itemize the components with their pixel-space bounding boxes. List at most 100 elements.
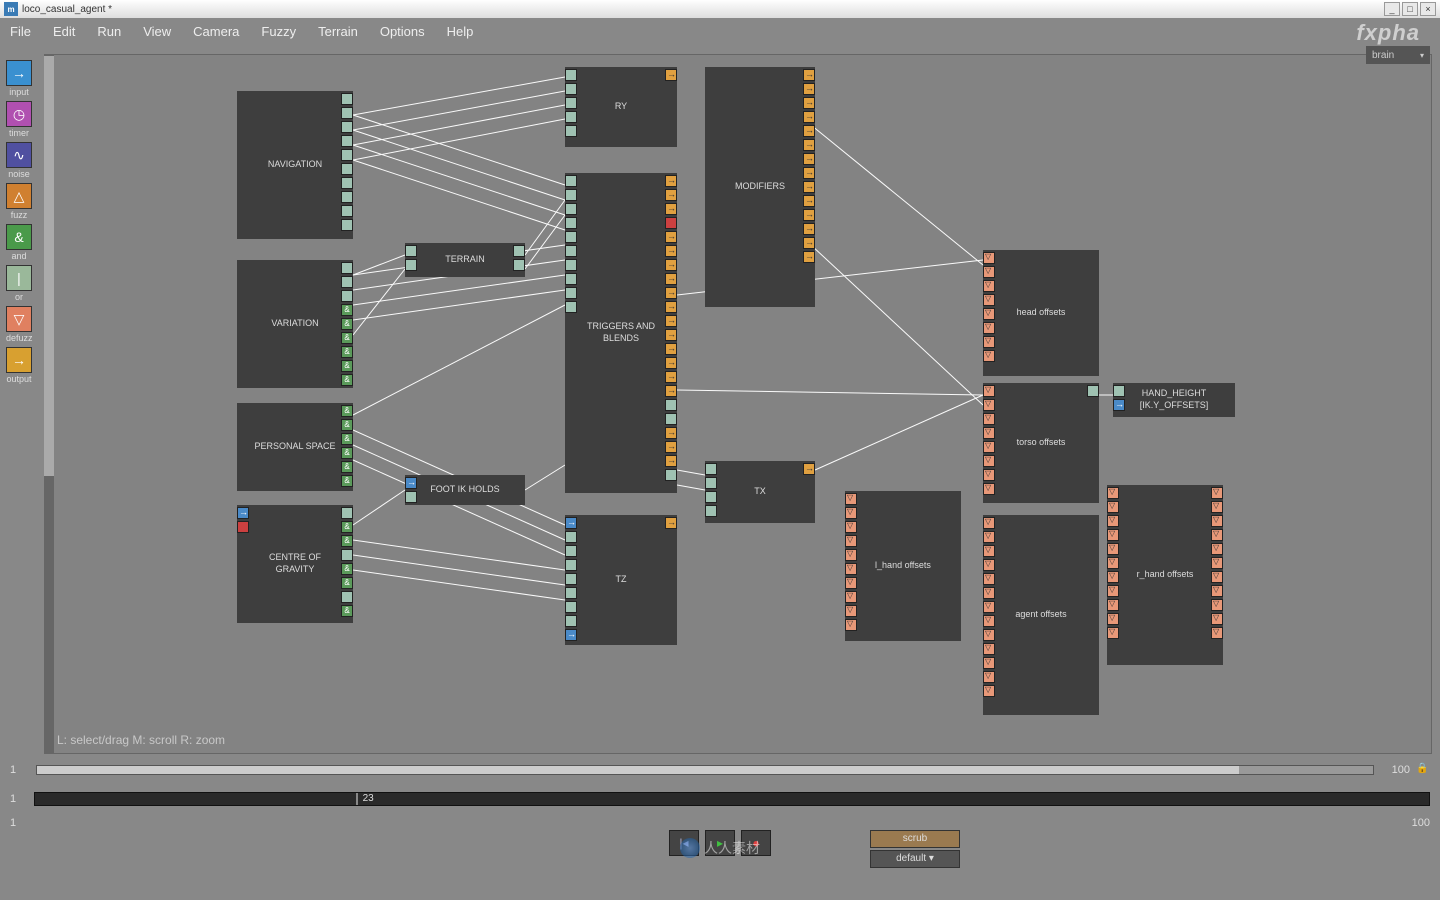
port-defuzz-icon[interactable] [845,549,857,561]
port-output-icon[interactable] [803,251,815,263]
port-defuzz-icon[interactable] [983,531,995,543]
port-or-icon[interactable] [341,549,353,561]
lock-icon[interactable]: 🔒 [1416,763,1430,777]
port-output-icon[interactable] [665,203,677,215]
port-defuzz-icon[interactable] [845,535,857,547]
port-or-icon[interactable] [565,545,577,557]
port-output-icon[interactable] [665,427,677,439]
port-output-icon[interactable] [803,139,815,151]
port-defuzz-icon[interactable] [1211,585,1223,597]
port-icon[interactable] [237,521,249,533]
port-output-icon[interactable] [803,195,815,207]
tool-input[interactable]: →input [6,60,32,97]
port-or-icon[interactable] [513,259,525,271]
port-icon[interactable] [665,217,677,229]
port-defuzz-icon[interactable] [983,685,995,697]
port-defuzz-icon[interactable] [983,280,995,292]
port-and-icon[interactable]: & [341,318,353,330]
port-defuzz-icon[interactable] [983,469,995,481]
port-output-icon[interactable] [665,343,677,355]
port-output-icon[interactable] [665,357,677,369]
port-defuzz-icon[interactable] [1211,543,1223,555]
port-or-icon[interactable] [565,245,577,257]
port-output-icon[interactable] [803,167,815,179]
menu-file[interactable]: File [10,24,31,39]
port-output-icon[interactable] [803,125,815,137]
port-or-icon[interactable] [665,399,677,411]
port-defuzz-icon[interactable] [983,455,995,467]
port-defuzz-icon[interactable] [1211,515,1223,527]
port-and-icon[interactable]: & [341,304,353,316]
port-defuzz-icon[interactable] [983,441,995,453]
port-defuzz-icon[interactable] [1107,557,1119,569]
port-defuzz-icon[interactable] [845,605,857,617]
port-output-icon[interactable] [803,463,815,475]
port-or-icon[interactable] [341,107,353,119]
port-output-icon[interactable] [665,259,677,271]
port-defuzz-icon[interactable] [1107,585,1119,597]
port-defuzz-icon[interactable] [983,322,995,334]
port-and-icon[interactable]: & [341,346,353,358]
node-foot-ik-holds[interactable]: FOOT IK HOLDS [405,475,525,505]
port-or-icon[interactable] [565,573,577,585]
port-defuzz-icon[interactable] [1211,487,1223,499]
port-or-icon[interactable] [705,477,717,489]
port-or-icon[interactable] [341,135,353,147]
port-output-icon[interactable] [665,245,677,257]
node-navigation[interactable]: NAVIGATION [237,91,353,239]
port-defuzz-icon[interactable] [845,521,857,533]
tool-and[interactable]: &and [6,224,32,261]
port-output-icon[interactable] [665,371,677,383]
port-defuzz-icon[interactable] [1211,627,1223,639]
port-output-icon[interactable] [665,441,677,453]
port-defuzz-icon[interactable] [845,507,857,519]
port-defuzz-icon[interactable] [1211,571,1223,583]
node-tx[interactable]: TX [705,461,815,523]
port-output-icon[interactable] [665,189,677,201]
port-defuzz-icon[interactable] [983,601,995,613]
node-agent-offsets[interactable]: agent offsets [983,515,1099,715]
port-or-icon[interactable] [565,301,577,313]
port-or-icon[interactable] [1087,385,1099,397]
port-output-icon[interactable] [803,209,815,221]
port-or-icon[interactable] [565,175,577,187]
menu-run[interactable]: Run [97,24,121,39]
port-defuzz-icon[interactable] [983,587,995,599]
port-input-icon[interactable] [1113,399,1125,411]
port-output-icon[interactable] [803,83,815,95]
port-input-icon[interactable] [405,477,417,489]
port-or-icon[interactable] [341,276,353,288]
port-or-icon[interactable] [513,245,525,257]
default-mode-dropdown[interactable]: default ▾ [870,850,960,868]
port-and-icon[interactable]: & [341,563,353,575]
port-defuzz-icon[interactable] [983,483,995,495]
vertical-scrollbar[interactable] [44,54,54,754]
port-or-icon[interactable] [565,587,577,599]
port-defuzz-icon[interactable] [983,350,995,362]
port-or-icon[interactable] [341,591,353,603]
port-defuzz-icon[interactable] [983,294,995,306]
timeline-track[interactable]: 23 [34,792,1430,806]
menu-camera[interactable]: Camera [193,24,239,39]
port-and-icon[interactable]: & [341,374,353,386]
tool-or[interactable]: |or [6,265,32,302]
port-or-icon[interactable] [665,469,677,481]
port-defuzz-icon[interactable] [1211,529,1223,541]
port-and-icon[interactable]: & [341,447,353,459]
port-or-icon[interactable] [565,217,577,229]
port-defuzz-icon[interactable] [1211,501,1223,513]
port-and-icon[interactable]: & [341,461,353,473]
port-defuzz-icon[interactable] [983,573,995,585]
port-or-icon[interactable] [705,491,717,503]
menu-edit[interactable]: Edit [53,24,75,39]
port-output-icon[interactable] [803,153,815,165]
port-or-icon[interactable] [565,83,577,95]
port-or-icon[interactable] [341,219,353,231]
port-defuzz-icon[interactable] [1107,599,1119,611]
port-defuzz-icon[interactable] [1107,529,1119,541]
port-and-icon[interactable]: & [341,419,353,431]
tool-noise[interactable]: ∿noise [6,142,32,179]
node-triggers-blends[interactable]: TRIGGERS AND BLENDS [565,173,677,493]
port-output-icon[interactable] [665,315,677,327]
timeline-playhead[interactable] [356,793,358,805]
